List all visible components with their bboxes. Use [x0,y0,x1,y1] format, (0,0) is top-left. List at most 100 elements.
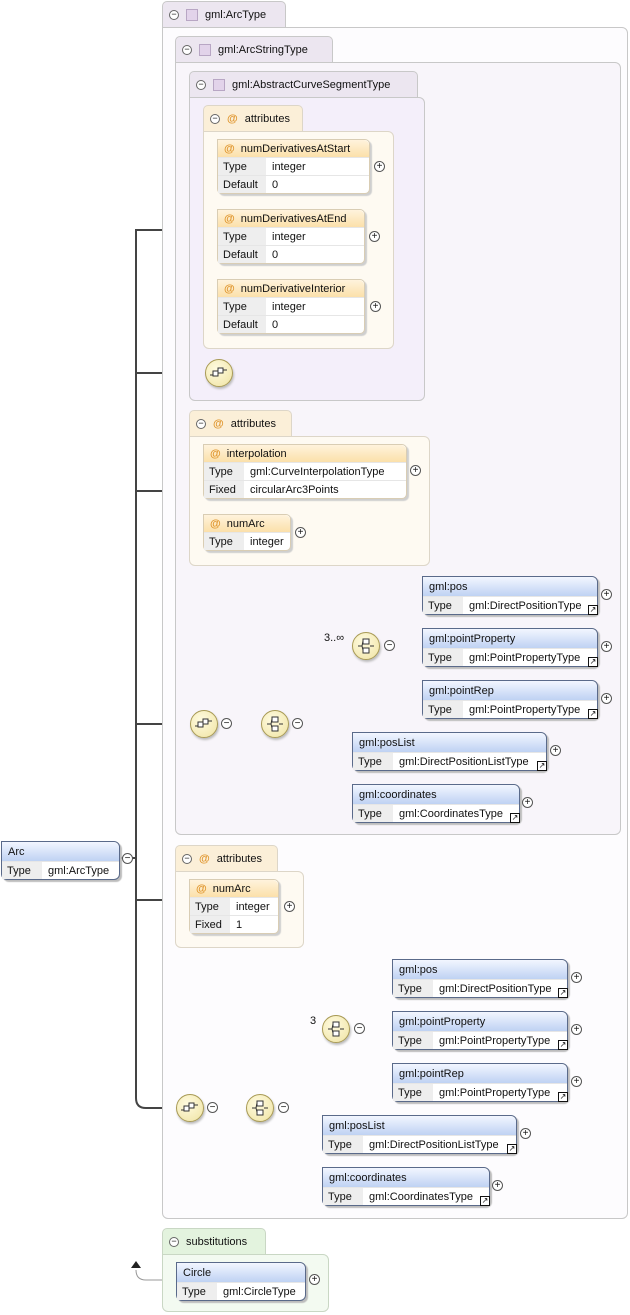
element-name: gml:posList [353,733,546,752]
sequence-compositor-icon[interactable] [190,710,218,738]
collapse-icon[interactable]: − [122,853,133,864]
element-gml-pointRep[interactable]: gml:pointRep Type gml:PointPropertyType ↗ [422,680,598,719]
collapse-icon[interactable]: − [384,640,395,651]
cardinality-label: 3 [310,1015,317,1027]
complex-type-icon [186,8,198,21]
attributes-tab-1[interactable]: − @ attributes [203,105,303,131]
collapse-icon[interactable]: − [169,9,179,20]
expand-icon[interactable]: + [284,901,295,912]
expand-icon[interactable]: + [601,641,612,652]
attribute-icon: @ [196,882,207,895]
collapse-icon[interactable]: − [354,1023,365,1034]
choice-compositor-icon[interactable] [352,632,380,660]
element-gml-posList[interactable]: gml:posList Type gml:DirectPositionListTy… [352,732,547,771]
attribute-interpolation[interactable]: @ interpolation Type gml:CurveInterpolatio… [203,444,407,499]
expand-icon[interactable]: + [369,231,380,242]
expand-icon[interactable]: + [410,465,421,476]
expand-icon[interactable]: + [309,1274,320,1285]
link-icon[interactable]: ↗ [558,988,568,998]
element-gml-pointProperty-2[interactable]: gml:pointProperty Type gml:PointPropertyT… [392,1011,568,1050]
type-key: Type [323,1188,363,1205]
element-gml-coordinates[interactable]: gml:coordinates Type gml:CoordinatesType … [352,784,520,823]
attribute-numDerivativesAtStart[interactable]: @ numDerivativesAtStart Type integer Defau… [217,139,370,194]
collapse-icon[interactable]: − [221,718,232,729]
default-key: Default [218,246,266,263]
element-gml-pos[interactable]: gml:pos Type gml:DirectPositionType ↗ [422,576,598,615]
expand-icon[interactable]: + [295,527,306,538]
link-icon[interactable]: ↗ [480,1196,490,1206]
element-gml-posList-2[interactable]: gml:posList Type gml:DirectPositionListTy… [322,1115,517,1154]
attribute-numDerivativeInterior[interactable]: @ numDerivativeInterior Type integer Defau… [217,279,365,334]
attribute-numDerivativesAtEnd[interactable]: @ numDerivativesAtEnd Type integer Default… [217,209,365,264]
attribute-name: numArc [226,517,265,530]
element-name: gml:pointProperty [393,1012,567,1031]
type-key: Type [323,1136,363,1153]
attributes-tab-3[interactable]: − @ attributes [175,845,278,871]
attribute-numArc-fixed[interactable]: @ numArc Type integer Fixed 1 [189,879,279,934]
abstract-curve-tab[interactable]: − gml:AbstractCurveSegmentType [189,71,418,97]
expand-icon[interactable]: + [601,589,612,600]
arc-string-type-tab[interactable]: − gml:ArcStringType [175,36,333,62]
type-key: Type [218,228,266,245]
element-gml-pos-2[interactable]: gml:pos Type gml:DirectPositionType ↗ [392,959,568,998]
collapse-icon[interactable]: − [278,1102,289,1113]
collapse-icon[interactable]: − [196,79,206,90]
sequence-compositor-icon[interactable] [205,359,233,387]
expand-icon[interactable]: + [550,745,561,756]
link-icon[interactable]: ↗ [507,1144,517,1154]
root-element-arc[interactable]: Arc Type gml:ArcType [1,841,120,880]
choice-compositor-icon[interactable] [261,710,289,738]
expand-icon[interactable]: + [522,797,533,808]
collapse-icon[interactable]: − [182,853,192,864]
collapse-icon[interactable]: − [196,418,206,429]
arc-type-tab[interactable]: − gml:ArcType [162,1,286,27]
expand-icon[interactable]: + [492,1180,503,1191]
collapse-icon[interactable]: − [207,1102,218,1113]
expand-icon[interactable]: + [370,301,381,312]
expand-icon[interactable]: + [374,161,385,172]
link-icon[interactable]: ↗ [510,813,520,823]
type-key: Type [423,597,463,614]
choice-compositor-icon[interactable] [322,1015,350,1043]
type-value: integer [272,160,306,173]
link-icon[interactable]: ↗ [537,761,547,771]
default-value: 0 [272,178,279,191]
element-name: gml:coordinates [323,1168,489,1187]
element-name: gml:pos [393,960,567,979]
default-value: 0 [272,318,279,331]
expand-icon[interactable]: + [571,1024,582,1035]
link-icon[interactable]: ↗ [588,709,598,719]
link-icon[interactable]: ↗ [558,1092,568,1102]
type-value: gml:DirectPositionListType [399,755,529,768]
sequence-compositor-icon[interactable] [176,1094,204,1122]
expand-icon[interactable]: + [571,972,582,983]
fixed-value: 1 [236,918,243,931]
fixed-key: Fixed [190,916,230,933]
expand-icon[interactable]: + [571,1076,582,1087]
abstract-curve-label: gml:AbstractCurveSegmentType [232,78,391,91]
collapse-icon[interactable]: − [210,113,220,124]
attribute-numArc[interactable]: @ numArc Type integer [203,514,291,551]
attribute-name: numDerivativesAtStart [240,142,351,155]
attributes-tab-2[interactable]: − @ attributes [189,410,292,436]
element-gml-pointRep-2[interactable]: gml:pointRep Type gml:PointPropertyType ↗ [392,1063,568,1102]
attribute-icon: @ [224,282,235,295]
expand-icon[interactable]: + [520,1128,531,1139]
type-key: Type [177,1283,217,1300]
element-circle[interactable]: Circle Type gml:CircleType [176,1262,306,1301]
link-icon[interactable]: ↗ [588,657,598,667]
type-key: Type [218,298,266,315]
collapse-icon[interactable]: − [292,718,303,729]
collapse-icon[interactable]: − [182,44,192,55]
element-gml-coordinates-2[interactable]: gml:coordinates Type gml:CoordinatesType … [322,1167,490,1206]
element-name: gml:posList [323,1116,516,1135]
link-icon[interactable]: ↗ [558,1040,568,1050]
collapse-icon[interactable]: − [169,1236,179,1247]
expand-icon[interactable]: + [601,693,612,704]
fixed-key: Fixed [204,481,244,498]
choice-compositor-icon[interactable] [246,1094,274,1122]
element-gml-pointProperty[interactable]: gml:pointProperty Type gml:PointPropertyT… [422,628,598,667]
link-icon[interactable]: ↗ [588,605,598,615]
attribute-icon: @ [199,852,210,865]
substitutions-tab[interactable]: − substitutions [162,1228,266,1254]
